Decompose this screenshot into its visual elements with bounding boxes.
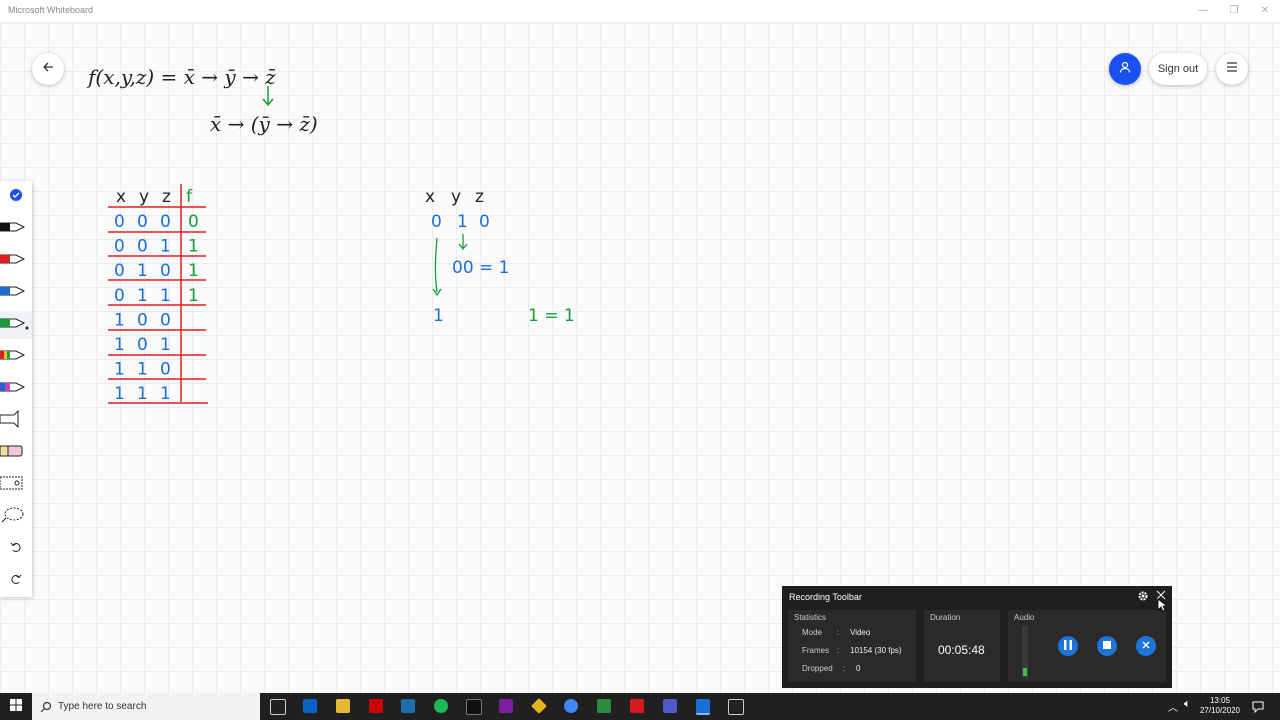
clock-time: 13:05 <box>1209 696 1230 705</box>
eval-header-y: y <box>451 187 461 207</box>
truth-table-cell-x: 1 <box>114 384 125 404</box>
truth-table-cell-f: 0 <box>188 212 199 232</box>
eval-header-z: z <box>475 187 484 207</box>
task-view-icon[interactable] <box>270 699 286 715</box>
git-icon[interactable] <box>531 698 547 714</box>
truth-table-cell-z: 1 <box>160 384 171 404</box>
stop-icon <box>1103 641 1111 651</box>
file-explorer-icon[interactable] <box>336 699 350 713</box>
start-button[interactable] <box>0 693 32 720</box>
recording-toolbar: Recording Toolbar Statistics Mode : Vide… <box>782 586 1172 688</box>
truth-table-cell-y: 1 <box>137 360 148 380</box>
search-placeholder: Type here to search <box>58 701 147 712</box>
teams-icon[interactable] <box>663 699 677 713</box>
statistics-label: Statistics <box>794 613 827 622</box>
truth-table-cell-z: 1 <box>160 335 171 355</box>
mode-separator: : <box>837 628 840 637</box>
frames-value: 10154 (30 fps) <box>850 646 902 655</box>
taskbar: Type here to search ︿ 🔈︎ 13:05 27/10/202… <box>0 693 1280 720</box>
eval-step-1: 00 = 1 <box>452 258 510 278</box>
truth-table-cell-f: 1 <box>188 237 199 257</box>
truth-table-cell-z: 0 <box>160 360 171 380</box>
terminal-icon[interactable] <box>466 699 482 715</box>
virtualbox-icon[interactable] <box>728 699 744 715</box>
truth-table-cell-x: 0 <box>114 212 125 232</box>
truth-table-cell-x: 1 <box>114 335 125 355</box>
audio-label: Audio <box>1014 613 1035 622</box>
dropped-value: 0 <box>856 664 861 673</box>
statistics-panel: Statistics Mode : Video Frames : 10154 (… <box>788 610 916 682</box>
truth-table-cell-y: 0 <box>137 310 148 330</box>
dropped-separator: : <box>843 664 846 673</box>
frames-separator: : <box>837 646 840 655</box>
eval-step-2-right: 1 = 1 <box>528 306 575 326</box>
netflix-icon[interactable] <box>369 699 383 713</box>
audio-level-fill <box>1023 668 1027 676</box>
truth-table-cell-x: 1 <box>114 360 125 380</box>
truth-table-cell-x: 0 <box>114 237 125 257</box>
steam-icon[interactable] <box>401 699 415 713</box>
truth-table-cell-x: 0 <box>114 286 125 306</box>
acrobat-icon[interactable] <box>630 699 644 713</box>
formula-line-1: f(x,y,z) = x̄ → ȳ → z̄ <box>86 65 276 89</box>
frames-label: Frames <box>802 646 830 655</box>
truth-table-cell-z: 1 <box>160 286 171 306</box>
cancel-recording-button[interactable] <box>1136 636 1156 656</box>
chevron-up-icon[interactable]: ︿ <box>1168 699 1178 714</box>
audio-level-meter <box>1022 626 1028 678</box>
notepad-icon[interactable] <box>597 699 611 713</box>
eval-row-y: 1 <box>457 212 468 232</box>
evaluation: x y z 0 1 0 00 = 1 1 1 = 1 <box>425 187 575 326</box>
clock[interactable]: 13:05 27/10/2020 <box>1200 696 1240 716</box>
header-y: y <box>139 187 149 207</box>
truth-table-cell-z: 0 <box>160 212 171 232</box>
truth-table-cell-x: 0 <box>114 261 125 281</box>
eval-row-z: 0 <box>479 212 490 232</box>
truth-table-cell-y: 0 <box>137 335 148 355</box>
truth-table-cell-y: 1 <box>137 384 148 404</box>
eval-header-x: x <box>425 187 435 207</box>
windows-logo-icon <box>10 698 22 716</box>
audio-panel: Audio <box>1008 610 1166 682</box>
spotify-icon[interactable] <box>434 699 448 713</box>
mode-value: Video <box>850 628 871 637</box>
gear-icon[interactable] <box>1137 590 1149 604</box>
truth-table-cell-y: 1 <box>137 286 148 306</box>
truth-table-cell-y: 0 <box>137 237 148 257</box>
header-z: z <box>162 187 171 207</box>
eval-step-2-left: 1 <box>433 306 444 326</box>
search-icon <box>40 700 52 718</box>
eval-row-x: 0 <box>431 212 442 232</box>
recording-toolbar-title: Recording Toolbar <box>789 592 862 602</box>
truth-table-cell-f: 1 <box>188 261 199 281</box>
header-f: f <box>186 187 193 207</box>
header-x: x <box>116 187 126 207</box>
notification-icon[interactable] <box>1252 700 1264 718</box>
pause-icon <box>1064 640 1072 652</box>
taskbar-search[interactable]: Type here to search <box>32 693 260 720</box>
truth-table-cell-z: 0 <box>160 310 171 330</box>
chrome-icon[interactable] <box>564 699 578 713</box>
clock-date: 27/10/2020 <box>1199 706 1240 715</box>
whiteboard-app-icon[interactable] <box>696 699 710 715</box>
truth-table-cell-x: 1 <box>114 310 125 330</box>
duration-value: 00:05:48 <box>938 643 985 657</box>
duration-label: Duration <box>930 613 961 622</box>
formula-line-2: x̄ → (ȳ → z̄) <box>210 112 318 136</box>
duration-panel: Duration 00:05:48 <box>924 610 1000 682</box>
truth-table-cell-y: 0 <box>137 212 148 232</box>
mode-label: Mode <box>802 628 823 637</box>
truth-table-cell-z: 1 <box>160 237 171 257</box>
truth-table-cell-f: 1 <box>188 286 199 306</box>
mouse-cursor-icon <box>1157 598 1167 612</box>
volume-icon[interactable]: 🔈︎ <box>1184 698 1191 711</box>
outlook-icon[interactable] <box>303 699 317 713</box>
stop-button[interactable] <box>1097 636 1117 656</box>
pause-button[interactable] <box>1058 636 1078 656</box>
truth-table-cell-z: 0 <box>160 261 171 281</box>
intellij-icon[interactable] <box>499 699 513 713</box>
dropped-label: Dropped <box>802 664 833 673</box>
truth-table-cell-y: 1 <box>137 261 148 281</box>
close-icon <box>1142 641 1150 651</box>
